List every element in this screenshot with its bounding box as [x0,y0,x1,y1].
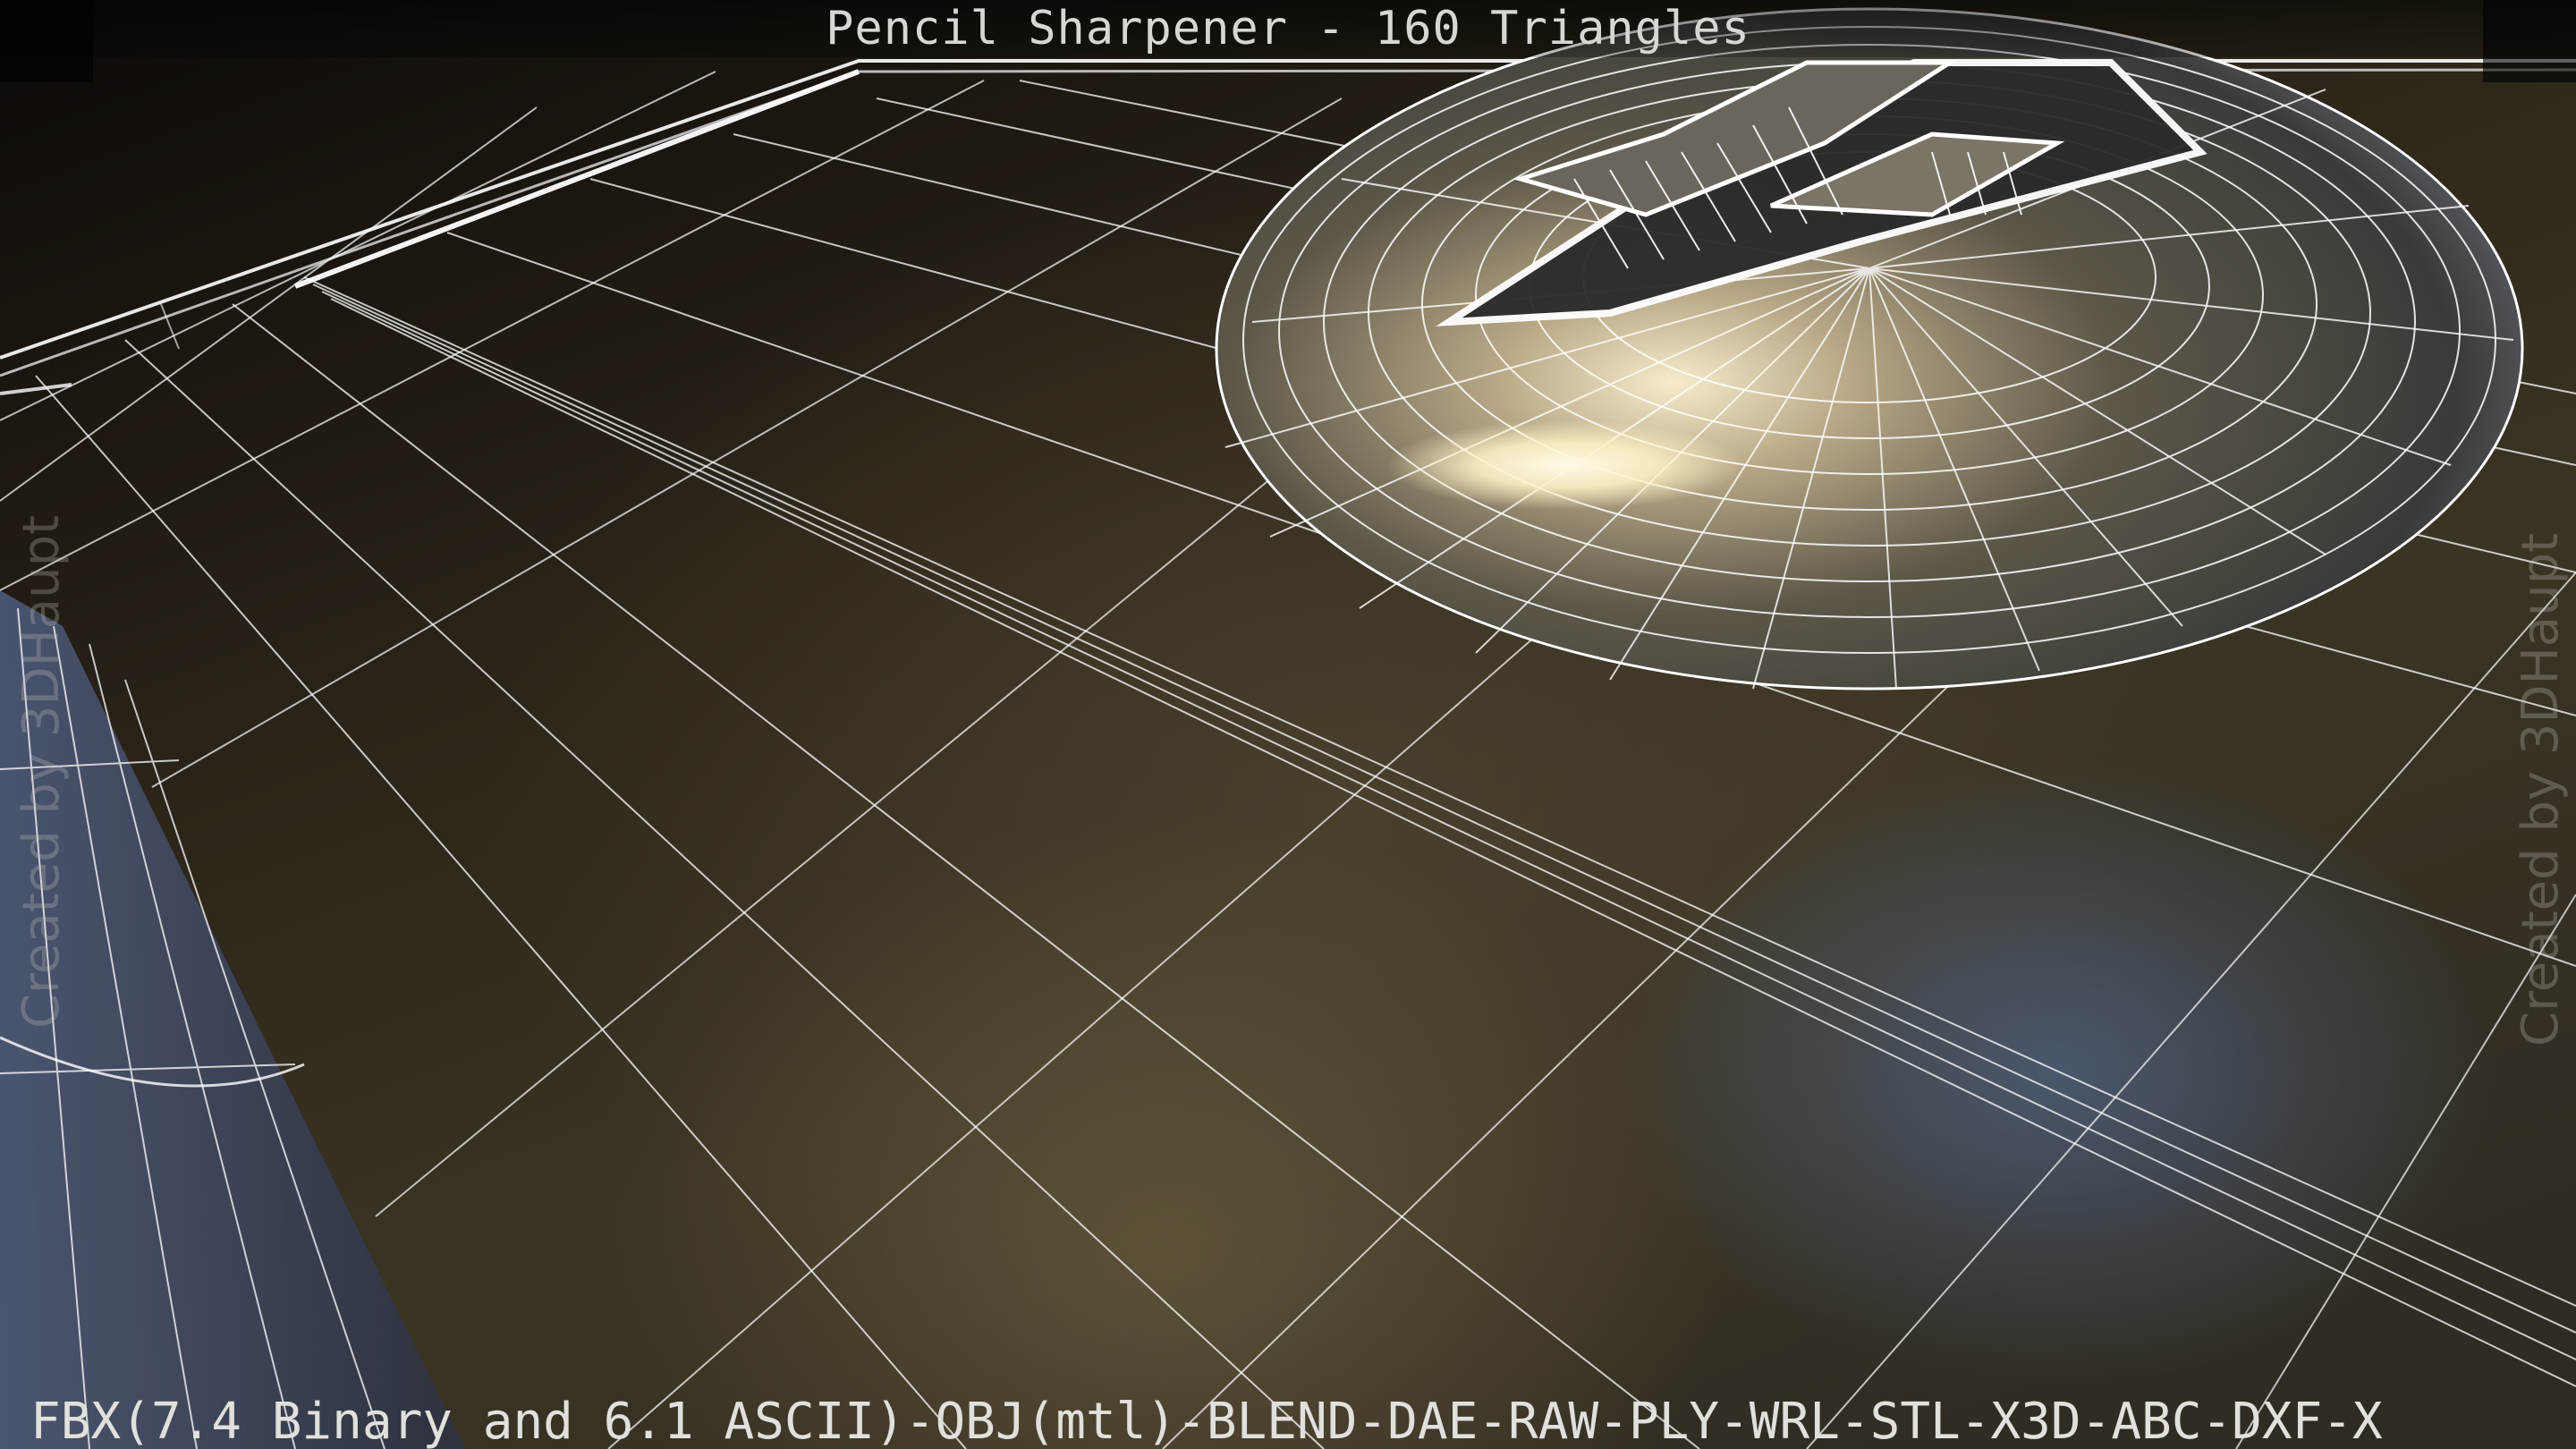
model-title: Pencil Sharpener - 160 Triangles [0,0,2576,57]
file-formats-footer: FBX(7.4 Binary and 6.1 ASCII)-OBJ(mtl)-B… [30,1395,2383,1449]
viewport[interactable]: Pencil Sharpener - 160 Triangles Created… [0,0,2576,1449]
watermark-left: Created by 3DHaupt [13,514,71,1029]
wireframe-render [0,7,2576,1449]
watermark-right: Created by 3DHaupt [2512,532,2570,1046]
